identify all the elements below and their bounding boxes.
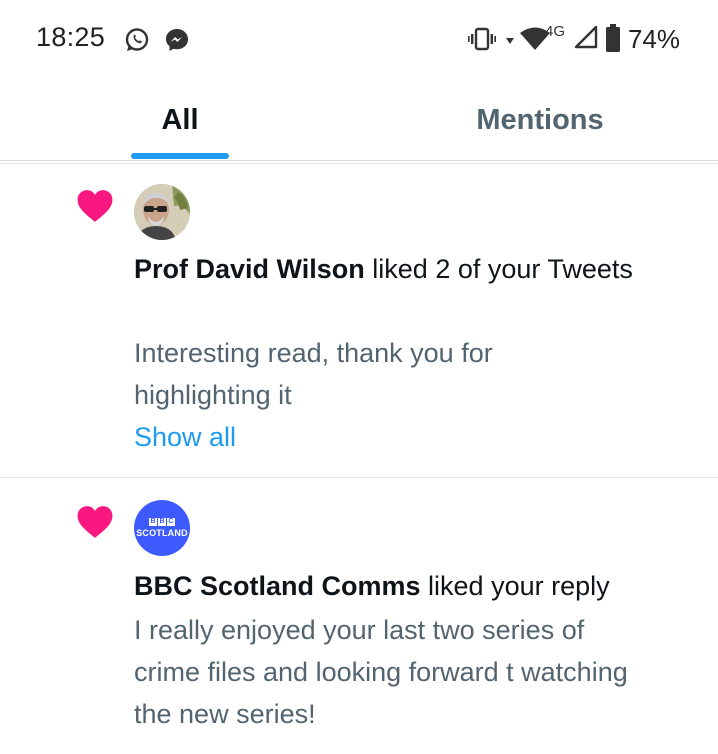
notification-action: liked 2 of your Tweets	[364, 254, 633, 284]
status-bar: 18:25 4G 74%	[0, 0, 718, 80]
status-time: 18:25	[36, 22, 106, 52]
whatsapp-icon	[125, 28, 149, 51]
avatar-photo	[134, 184, 190, 240]
tweet-preview[interactable]: Interesting read, thank you for highligh…	[134, 332, 604, 416]
data-arrow-icon	[506, 38, 514, 44]
network-label: 4G	[545, 23, 566, 40]
heart-icon	[77, 506, 113, 538]
vibrate-icon	[468, 27, 496, 51]
heart-icon	[77, 190, 113, 222]
signal-icon	[574, 25, 598, 49]
notification-text: BBC Scotland Comms liked your reply	[134, 565, 714, 607]
messenger-icon	[166, 29, 188, 51]
notification-item[interactable]: Prof David Wilson liked 2 of your Tweets…	[0, 164, 718, 478]
user-name[interactable]: Prof David Wilson	[134, 254, 365, 284]
bbc-logo-word: SCOTLAND	[136, 528, 188, 538]
tab-mentions[interactable]: Mentions	[440, 80, 640, 160]
tweet-preview[interactable]: I really enjoyed your last two series of…	[134, 609, 654, 735]
battery-icon	[606, 24, 620, 52]
user-name[interactable]: BBC Scotland Comms	[134, 571, 421, 601]
bbc-logo: B B C	[149, 518, 175, 526]
notification-action: liked your reply	[420, 571, 610, 601]
avatar[interactable]	[134, 184, 190, 240]
show-all-link[interactable]: Show all	[134, 416, 236, 458]
notification-text: Prof David Wilson liked 2 of your Tweets	[134, 248, 694, 290]
avatar[interactable]: B B C SCOTLAND	[134, 500, 190, 556]
battery-percent: 74%	[627, 24, 680, 54]
active-tab-indicator	[131, 153, 229, 159]
tab-all[interactable]: All	[100, 80, 260, 160]
notification-item[interactable]: B B C SCOTLAND BBC Scotland Comms liked …	[0, 478, 718, 754]
notification-tabs: All Mentions	[0, 80, 718, 161]
